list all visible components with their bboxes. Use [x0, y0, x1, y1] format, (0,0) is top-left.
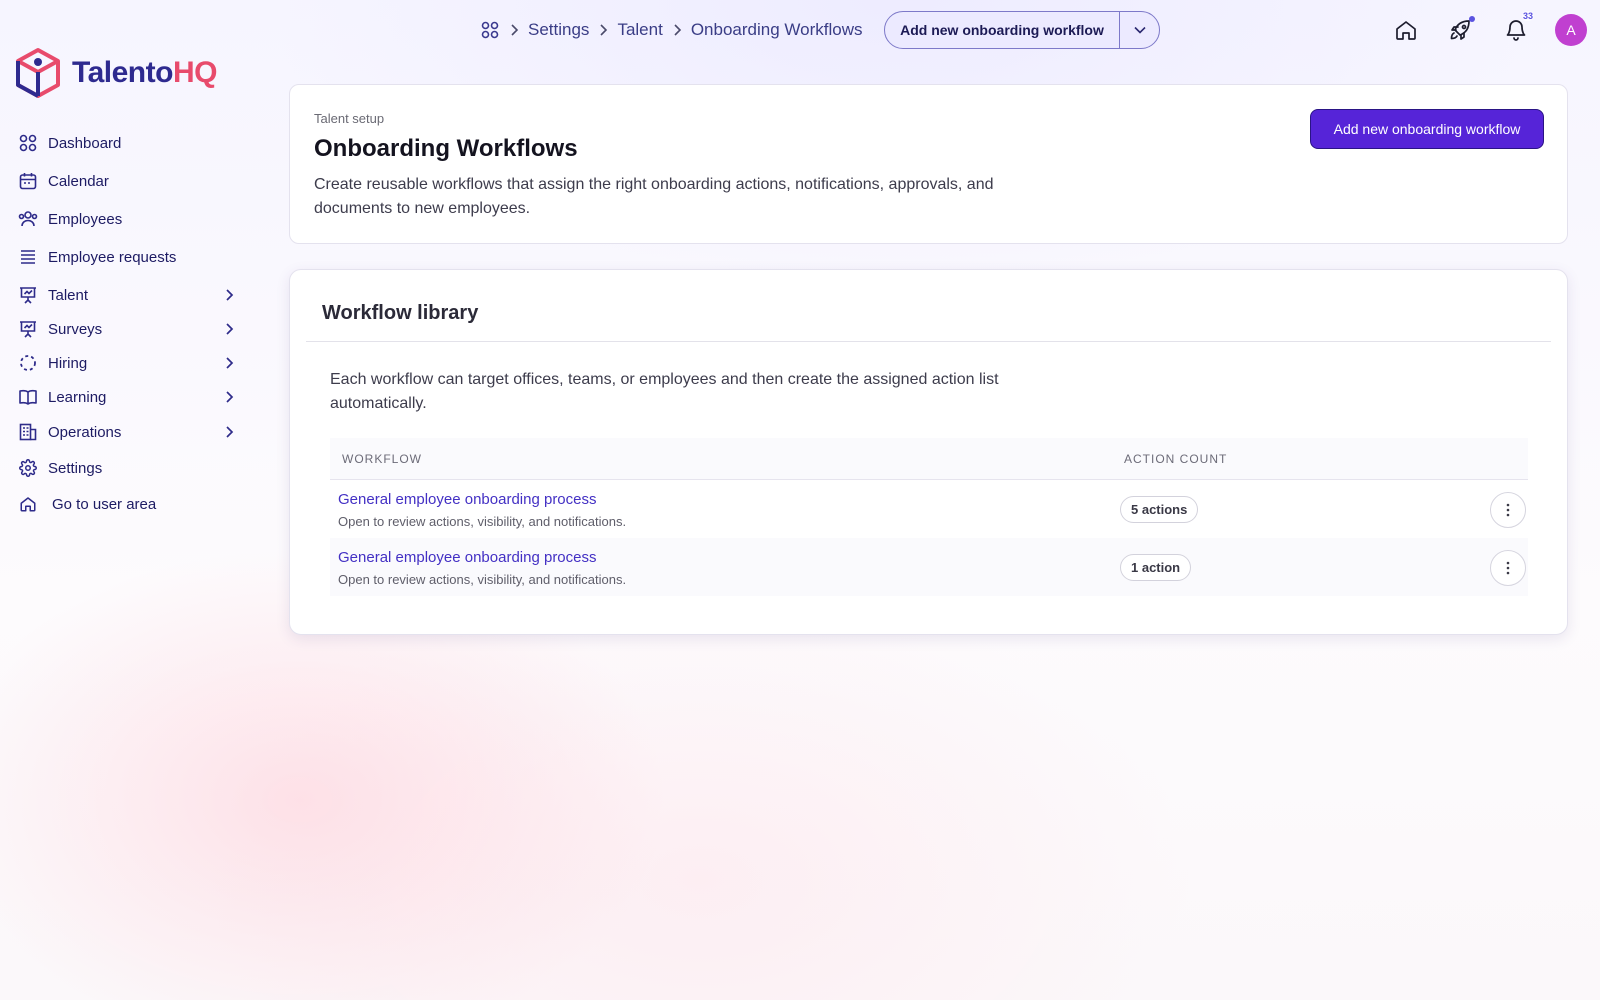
- workflow-subtitle: Open to review actions, visibility, and …: [338, 514, 627, 529]
- chevron-right-icon: [500, 24, 528, 36]
- chevron-right-icon: [224, 322, 234, 336]
- chevron-right-icon: [589, 24, 617, 36]
- workflow-subtitle: Open to review actions, visibility, and …: [338, 572, 627, 587]
- book-icon: [18, 387, 38, 407]
- sidebar-item-surveys[interactable]: Surveys: [18, 312, 248, 346]
- bell-icon[interactable]: 33: [1500, 11, 1534, 46]
- more-options-icon[interactable]: [1490, 492, 1526, 528]
- sidebar-item-label: Surveys: [48, 320, 103, 338]
- logo-text: TalentoHQ: [72, 56, 217, 89]
- gear-icon: [18, 458, 38, 478]
- breadcrumb-talent[interactable]: Talent: [617, 20, 662, 40]
- users-icon: [18, 209, 38, 229]
- rocket-indicator-dot: [1469, 16, 1475, 22]
- add-workflow-split-main[interactable]: Add new onboarding workflow: [885, 12, 1119, 48]
- sidebar-item-label: Employees: [48, 210, 123, 228]
- workflow-library-card: Workflow library Each workflow can targe…: [289, 269, 1568, 635]
- sidebar-item-label: Calendar: [48, 172, 109, 190]
- sidebar-item-label: Go to user area: [52, 495, 157, 513]
- sidebar-item-label: Dashboard: [48, 134, 122, 152]
- breadcrumb-settings[interactable]: Settings: [528, 20, 589, 40]
- page-eyebrow: Talent setup: [314, 111, 385, 126]
- talentohq-logo[interactable]: TalentoHQ: [14, 47, 217, 99]
- presentation-icon: [18, 285, 38, 305]
- top-bar: Settings Talent Onboarding Workflows Add…: [0, 0, 1600, 60]
- home-icon[interactable]: [1390, 14, 1422, 46]
- table-row: General employee onboarding process Open…: [330, 480, 1528, 538]
- cube-logo-icon: [16, 48, 60, 98]
- sidebar-item-dashboard[interactable]: Dashboard: [18, 126, 248, 160]
- column-header-workflow: WORKFLOW: [342, 451, 422, 466]
- sidebar-item-label: Hiring: [48, 354, 88, 372]
- workflow-link[interactable]: General employee onboarding process: [338, 491, 597, 508]
- sidebar-item-label: Learning: [48, 388, 107, 406]
- calendar-icon: [18, 171, 38, 191]
- page-header-card: Talent setup Onboarding Workflows Create…: [289, 84, 1568, 244]
- add-workflow-split-button: Add new onboarding workflow: [884, 11, 1160, 49]
- sidebar-item-label: Operations: [48, 423, 122, 441]
- more-options-icon[interactable]: [1490, 550, 1526, 586]
- dashed-circle-icon: [18, 353, 38, 373]
- page-title: Onboarding Workflows: [314, 135, 578, 162]
- sidebar-item-settings[interactable]: Settings: [18, 450, 248, 486]
- sidebar-nav: Dashboard Calendar Employees Employee re…: [18, 126, 248, 522]
- table-header: WORKFLOW ACTION COUNT: [330, 438, 1528, 480]
- workflow-library-title: Workflow library: [322, 302, 479, 324]
- sidebar-item-learning[interactable]: Learning: [18, 380, 248, 414]
- notification-count-badge: 33: [1521, 11, 1534, 21]
- workflow-table: WORKFLOW ACTION COUNT General employee o…: [330, 438, 1528, 596]
- chevron-right-icon: [224, 356, 234, 370]
- home-icon: [18, 494, 38, 514]
- avatar[interactable]: A: [1555, 14, 1587, 46]
- table-row: General employee onboarding process Open…: [330, 538, 1528, 596]
- workflow-link[interactable]: General employee onboarding process: [338, 549, 597, 566]
- add-onboarding-workflow-button[interactable]: Add new onboarding workflow: [1310, 109, 1544, 149]
- sidebar-item-label: Employee requests: [48, 248, 177, 266]
- sidebar-item-employee-requests[interactable]: Employee requests: [18, 236, 248, 278]
- building-icon: [18, 422, 38, 442]
- dashboard-icon: [18, 133, 38, 153]
- sidebar-item-go-to-user-area[interactable]: Go to user area: [18, 486, 248, 522]
- chevron-right-icon: [224, 425, 234, 439]
- sidebar-item-talent[interactable]: Talent: [18, 278, 248, 312]
- sidebar-item-employees[interactable]: Employees: [18, 202, 248, 236]
- divider: [306, 341, 1551, 342]
- chevron-right-icon: [663, 24, 691, 36]
- action-count-badge: 1 action: [1120, 554, 1192, 581]
- top-actions: 33 A: [1390, 11, 1587, 46]
- apps-grid-icon[interactable]: [480, 20, 500, 40]
- sidebar-item-label: Talent: [48, 286, 89, 304]
- workflow-library-description: Each workflow can target offices, teams,…: [330, 371, 999, 412]
- sidebar-item-label: Settings: [48, 459, 103, 477]
- column-header-action-count: ACTION COUNT: [1124, 451, 1228, 466]
- sidebar-item-operations[interactable]: Operations: [18, 414, 248, 450]
- chevron-right-icon: [224, 288, 234, 302]
- breadcrumb-onboarding-workflows[interactable]: Onboarding Workflows: [691, 20, 863, 40]
- rocket-icon[interactable]: [1445, 14, 1477, 46]
- list-icon: [18, 247, 38, 267]
- sidebar-item-hiring[interactable]: Hiring: [18, 346, 248, 380]
- page-description: Create reusable workflows that assign th…: [314, 176, 994, 217]
- sidebar-item-calendar[interactable]: Calendar: [18, 160, 248, 202]
- chevron-down-icon[interactable]: [1119, 12, 1159, 48]
- breadcrumb: Settings Talent Onboarding Workflows: [480, 18, 862, 42]
- chevron-right-icon: [224, 390, 234, 404]
- presentation-icon: [18, 319, 38, 339]
- action-count-badge: 5 actions: [1120, 496, 1199, 523]
